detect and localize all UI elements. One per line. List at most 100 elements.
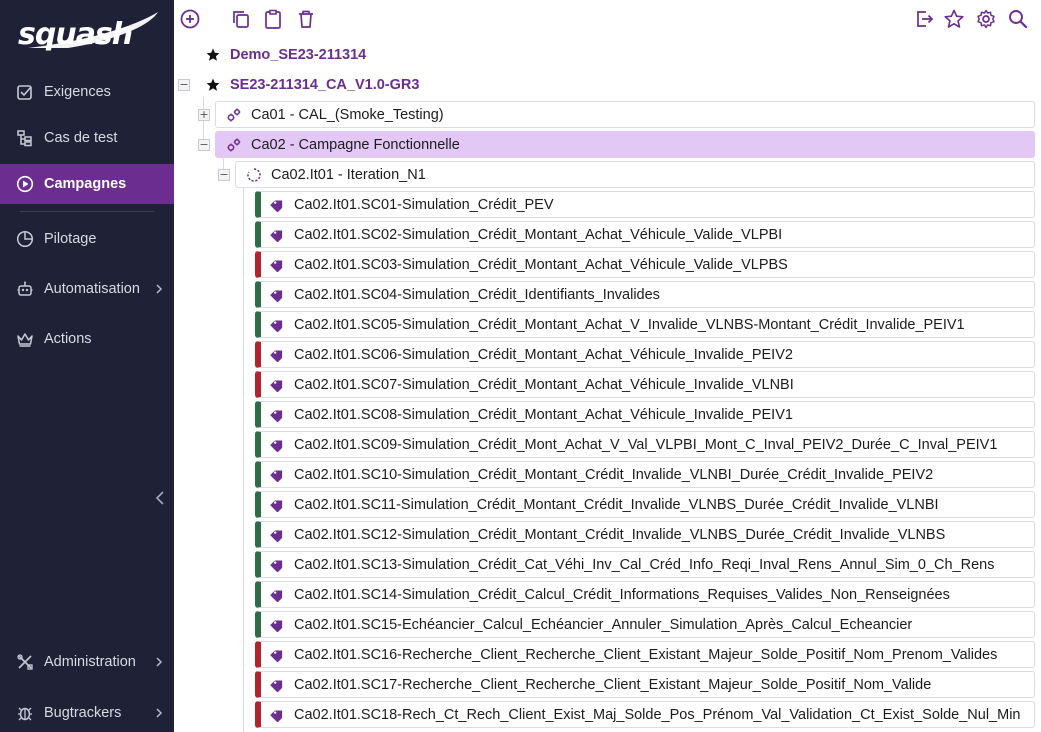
suite-label: Ca02.It01.SC08-Simulation_Crédit_Montant…: [294, 406, 793, 423]
suite-label: Ca02.It01.SC17-Recherche_Client_Recherch…: [294, 676, 932, 693]
add-circle-icon: [180, 9, 200, 29]
suite-label: Ca02.It01.SC15-Echéancier_Calcul_Echéanc…: [294, 616, 913, 633]
play-circle-icon: [15, 174, 35, 194]
search-icon: [1009, 10, 1028, 29]
star-outline-icon: [944, 9, 964, 28]
suite-tag-icon: [269, 497, 285, 513]
test-suite-node[interactable]: Ca02.It01.SC06-Simulation_Crédit_Montant…: [255, 341, 1035, 368]
sidebar-item-cas-de-test[interactable]: Cas de test: [0, 118, 174, 158]
suite-label: Ca02.It01.SC18-Rech_Ct_Rech_Client_Exist…: [294, 706, 1021, 723]
suite-tag-icon: [269, 257, 285, 273]
settings-button[interactable]: [974, 7, 998, 31]
suite-tag-icon: [269, 407, 285, 423]
test-suite-node[interactable]: Ca02.It01.SC10-Simulation_Crédit_Montant…: [255, 461, 1035, 488]
test-suite-node[interactable]: Ca02.It01.SC18-Rech_Ct_Rech_Client_Exist…: [255, 701, 1035, 728]
suite-tag-icon: [269, 647, 285, 663]
sidebar-item-actions[interactable]: Actions: [0, 319, 174, 359]
collapse-toggle[interactable]: −: [178, 79, 190, 91]
suite-label: Ca02.It01.SC02-Simulation_Crédit_Montant…: [294, 226, 783, 243]
test-suite-node[interactable]: Ca02.It01.SC15-Echéancier_Calcul_Echéanc…: [255, 611, 1035, 638]
test-suite-node[interactable]: Ca02.It01.SC11-Simulation_Crédit_Montant…: [255, 491, 1035, 518]
copy-button[interactable]: [229, 7, 253, 31]
suite-tag-icon: [269, 347, 285, 363]
test-suite-node[interactable]: Ca02.It01.SC03-Simulation_Crédit_Montant…: [255, 251, 1035, 278]
project-label[interactable]: Demo_SE23-211314: [230, 47, 366, 63]
export-icon: [917, 11, 934, 27]
suite-tag-icon: [269, 377, 285, 393]
paste-clipboard-icon: [265, 9, 281, 29]
sidebar: squash Exigences Cas de test Campagnes P…: [0, 0, 174, 732]
tree-connector: [243, 187, 244, 732]
project-label[interactable]: SE23-211314_CA_V1.0-GR3: [230, 77, 419, 93]
robot-icon: [15, 279, 35, 299]
sidebar-item-label: Cas de test: [44, 130, 118, 146]
bug-icon: [15, 703, 35, 723]
export-button[interactable]: [912, 7, 936, 31]
copy-icon: [233, 11, 249, 28]
suite-label: Ca02.It01.SC03-Simulation_Crédit_Montant…: [294, 256, 788, 273]
suite-label: Ca02.It01.SC16-Recherche_Client_Recherch…: [294, 646, 998, 663]
suite-label: Ca02.It01.SC06-Simulation_Crédit_Montant…: [294, 346, 793, 363]
collapse-sidebar-icon[interactable]: [153, 489, 167, 507]
test-suite-node[interactable]: Ca02.It01.SC09-Simulation_Crédit_Mont_Ac…: [255, 431, 1035, 458]
test-suite-node[interactable]: Ca02.It01.SC04-Simulation_Crédit_Identif…: [255, 281, 1035, 308]
checkbox-icon: [15, 82, 35, 102]
test-suite-node[interactable]: Ca02.It01.SC16-Recherche_Client_Recherch…: [255, 641, 1035, 668]
sidebar-item-label: Automatisation: [44, 281, 140, 297]
suite-tag-icon: [269, 317, 285, 333]
suite-tag-icon: [269, 617, 285, 633]
suite-label: Ca02.It01.SC04-Simulation_Crédit_Identif…: [294, 286, 660, 303]
sidebar-item-pilotage[interactable]: Pilotage: [0, 219, 174, 259]
iteration-node[interactable]: Ca02.It01 - Iteration_N1: [235, 161, 1035, 188]
sidebar-item-label: Administration: [44, 654, 136, 670]
tree-structure-icon: [15, 128, 35, 148]
sidebar-item-administration[interactable]: Administration: [0, 642, 174, 682]
campaign-node-selected[interactable]: Ca02 - Campagne Fonctionnelle: [215, 131, 1035, 158]
sidebar-item-automatisation[interactable]: Automatisation: [0, 269, 174, 309]
sidebar-item-bugtrackers[interactable]: Bugtrackers: [0, 693, 174, 732]
test-suite-node[interactable]: Ca02.It01.SC12-Simulation_Crédit_Montant…: [255, 521, 1035, 548]
campaign-label: Ca02 - Campagne Fonctionnelle: [251, 136, 460, 153]
expand-toggle[interactable]: +: [198, 109, 210, 121]
sidebar-item-campagnes[interactable]: Campagnes: [0, 164, 174, 204]
suite-label: Ca02.It01.SC13-Simulation_Crédit_Cat_Véh…: [294, 556, 995, 573]
campaign-label: Ca01 - CAL_(Smoke_Testing): [251, 106, 444, 123]
star-filled-icon[interactable]: [206, 78, 220, 92]
suite-label: Ca02.It01.SC12-Simulation_Crédit_Montant…: [294, 526, 946, 543]
search-button[interactable]: [1006, 7, 1030, 31]
suite-tag-icon: [269, 227, 285, 243]
campaign-node[interactable]: Ca01 - CAL_(Smoke_Testing): [215, 101, 1035, 128]
sidebar-item-exigences[interactable]: Exigences: [0, 72, 174, 112]
sidebar-item-label: Exigences: [44, 84, 111, 100]
suite-label: Ca02.It01.SC05-Simulation_Crédit_Montant…: [294, 316, 965, 333]
add-button[interactable]: [178, 7, 202, 31]
delete-button[interactable]: [294, 7, 318, 31]
crown-icon: [15, 329, 35, 349]
suite-tag-icon: [269, 437, 285, 453]
test-suite-node[interactable]: Ca02.It01.SC13-Simulation_Crédit_Cat_Véh…: [255, 551, 1035, 578]
test-suite-node[interactable]: Ca02.It01.SC02-Simulation_Crédit_Montant…: [255, 221, 1035, 248]
suite-tag-icon: [269, 707, 285, 723]
chevron-right-icon: [156, 284, 163, 294]
collapse-toggle[interactable]: −: [198, 139, 210, 151]
suite-label: Ca02.It01.SC07-Simulation_Crédit_Montant…: [294, 376, 794, 393]
favorite-button[interactable]: [942, 7, 966, 31]
test-suite-node[interactable]: Ca02.It01.SC01-Simulation_Crédit_PEV: [255, 191, 1035, 218]
test-suite-node[interactable]: Ca02.It01.SC07-Simulation_Crédit_Montant…: [255, 371, 1035, 398]
test-suite-node[interactable]: Ca02.It01.SC17-Recherche_Client_Recherch…: [255, 671, 1035, 698]
pie-chart-icon: [15, 229, 35, 249]
suite-label: Ca02.It01.SC09-Simulation_Crédit_Mont_Ac…: [294, 436, 998, 453]
test-suite-node[interactable]: Ca02.It01.SC05-Simulation_Crédit_Montant…: [255, 311, 1035, 338]
paste-button[interactable]: [261, 7, 285, 31]
gear-icon: [977, 9, 995, 29]
suite-tag-icon: [269, 587, 285, 603]
test-suite-node[interactable]: Ca02.It01.SC08-Simulation_Crédit_Montant…: [255, 401, 1035, 428]
logo-text: squash: [18, 17, 133, 52]
star-filled-icon[interactable]: [206, 48, 220, 62]
squash-logo[interactable]: squash: [8, 8, 160, 52]
sidebar-item-label: Campagnes: [44, 176, 127, 192]
campaign-gears-icon: [226, 137, 242, 153]
chevron-right-icon: [156, 657, 163, 667]
test-suite-node[interactable]: Ca02.It01.SC14-Simulation_Crédit_Calcul_…: [255, 581, 1035, 608]
collapse-toggle[interactable]: −: [218, 169, 230, 181]
